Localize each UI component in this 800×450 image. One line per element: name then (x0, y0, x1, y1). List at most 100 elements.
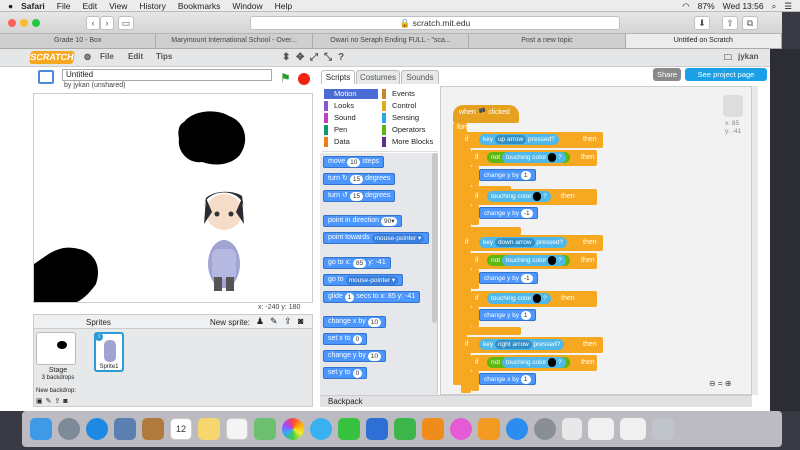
category-sound[interactable]: Sound (324, 113, 378, 123)
change-x-right[interactable]: change x by 1 (479, 373, 536, 385)
scratch-menu-edit[interactable]: Edit (128, 52, 143, 61)
scratch-menu-file[interactable]: File (100, 52, 114, 61)
scripts-area[interactable]: when 🏴 clicked forever if key up arrow p… (440, 86, 752, 395)
stop-icon[interactable] (298, 73, 310, 85)
block-point-direction[interactable]: point in direction 90▾ (323, 215, 403, 227)
messages-icon[interactable] (310, 418, 332, 440)
palette-scrollbar[interactable] (432, 153, 437, 323)
tab-sounds[interactable]: Sounds (401, 70, 439, 84)
menu-edit[interactable]: Edit (82, 1, 97, 11)
forward-button[interactable]: › (100, 16, 114, 30)
sprite-character[interactable] (204, 191, 244, 291)
tab-scripts[interactable]: Scripts (321, 70, 355, 84)
menu-help[interactable]: Help (275, 1, 292, 11)
notes-icon[interactable] (142, 418, 164, 440)
key-down-pressed[interactable]: key down arrow pressed? (479, 237, 568, 248)
change-y-down-1[interactable]: change y by -1 (479, 207, 538, 219)
change-y-up-1[interactable]: change y by 1 (479, 169, 536, 181)
category-more-blocks[interactable]: More Blocks (382, 137, 436, 147)
app-store-icon[interactable] (506, 418, 528, 440)
download-icon[interactable]: ⬇ (694, 16, 710, 30)
paint-sprite-icon[interactable]: ✎ (270, 316, 278, 327)
category-looks[interactable]: Looks (324, 101, 378, 111)
keynote-icon[interactable] (366, 418, 388, 440)
facetime-icon[interactable] (338, 418, 360, 440)
minimize-icon[interactable] (20, 19, 28, 27)
shrink-icon[interactable]: ⤡ (324, 52, 332, 63)
block-point-towards[interactable]: point towards mouse-pointer ▾ (323, 232, 430, 244)
zoom-controls[interactable]: ⊖ = ⊕ (709, 379, 732, 388)
touching-color-3[interactable]: touching color ? (501, 255, 566, 266)
backpack-bar[interactable]: Backpack (320, 395, 752, 407)
stage[interactable] (33, 93, 313, 303)
scripts-scrollbar[interactable] (752, 86, 758, 395)
green-flag-icon[interactable]: ⚑ (280, 71, 291, 85)
block-turn-right[interactable]: turn ↻ 15 degrees (323, 173, 396, 185)
scratch-logo[interactable]: SCRATCH (29, 51, 75, 64)
block-go-to[interactable]: go to mouse-pointer ▾ (323, 274, 404, 286)
block-change-y[interactable]: change y by 10 (323, 350, 386, 362)
category-data[interactable]: Data (324, 137, 378, 147)
info-icon[interactable]: i (95, 333, 103, 341)
pages-icon[interactable] (422, 418, 444, 440)
zoom-icon[interactable] (32, 19, 40, 27)
maps-icon[interactable] (254, 418, 276, 440)
duplicate-icon[interactable]: ⬍ (282, 52, 290, 63)
window-thumb-icon[interactable] (620, 418, 646, 440)
numbers-icon[interactable] (394, 418, 416, 440)
sidebar-icon[interactable]: ▭ (118, 16, 134, 30)
block-set-x[interactable]: set x to 0 (323, 333, 368, 345)
menu-view[interactable]: View (109, 1, 127, 11)
category-motion[interactable]: Motion (324, 89, 378, 99)
not-operator-1[interactable]: not touching color ? (487, 152, 570, 163)
tab-scratch[interactable]: Untitled on Scratch (625, 34, 783, 48)
scratch-username[interactable]: jykan (738, 52, 758, 61)
touching-color-4[interactable]: touching color ? (487, 293, 551, 304)
touching-color-5[interactable]: touching color ? (501, 357, 566, 368)
block-set-y[interactable]: set y to 0 (323, 367, 368, 379)
back-button[interactable]: ‹ (86, 16, 100, 30)
folder-icon[interactable]: 🗀 (724, 52, 732, 66)
tab-grade10[interactable]: Grade 10 - Box (0, 34, 157, 48)
finder-icon[interactable] (30, 418, 52, 440)
upload-sprite-icon[interactable]: ⇪ (284, 316, 292, 327)
category-sensing[interactable]: Sensing (382, 113, 436, 123)
block-glide[interactable]: glide 1 secs to x: 85 y: -41 (323, 291, 421, 303)
camera-icon[interactable]: ◙ (298, 316, 303, 326)
block-go-to-xy[interactable]: go to x: 85 y: -41 (323, 257, 391, 269)
category-pen[interactable]: Pen (324, 125, 378, 135)
help-icon[interactable]: ? (338, 52, 344, 63)
close-icon[interactable] (8, 19, 16, 27)
safari-icon[interactable] (86, 418, 108, 440)
change-y-down-2[interactable]: change y by -1 (479, 272, 538, 284)
system-preferences-icon[interactable] (534, 418, 556, 440)
window-thumb-icon[interactable] (588, 418, 614, 440)
launchpad-icon[interactable] (58, 418, 80, 440)
list-icon[interactable]: ☰ (784, 1, 792, 12)
scratch-menu-tips[interactable]: Tips (156, 52, 172, 61)
touching-color-2[interactable]: touching color ? (487, 191, 551, 202)
search-icon[interactable]: ⌕ (772, 1, 777, 12)
url-bar[interactable]: 🔒 scratch.mit.edu (250, 16, 620, 30)
when-flag-clicked-block[interactable]: when 🏴 clicked (453, 105, 519, 123)
fullscreen-icon[interactable] (38, 70, 54, 84)
choose-sprite-icon[interactable]: ♟ (256, 316, 264, 327)
key-up-pressed[interactable]: key up arrow pressed? (479, 134, 559, 145)
share-icon[interactable]: ⇧ (722, 16, 738, 30)
stickies-icon[interactable] (198, 418, 220, 440)
preview-icon[interactable] (114, 418, 136, 440)
tab-costumes[interactable]: Costumes (356, 70, 400, 84)
grow-icon[interactable]: ⤢ (310, 52, 318, 63)
apple-icon[interactable]: ● (8, 1, 13, 11)
see-project-page-button[interactable]: See project page (685, 68, 767, 81)
tab-owari[interactable]: Owari no Seraph Ending FULL - "sca... (313, 34, 470, 48)
globe-icon[interactable]: ◍ (84, 52, 91, 61)
reminders-icon[interactable] (226, 418, 248, 440)
not-operator-3[interactable]: not touching color ? (487, 357, 570, 368)
tab-marymount[interactable]: Marymount International School - Over... (156, 34, 313, 48)
change-y-up-2[interactable]: change y by 1 (479, 309, 536, 321)
category-events[interactable]: Events (382, 89, 436, 99)
block-turn-left[interactable]: turn ↺ 15 degrees (323, 190, 396, 202)
category-operators[interactable]: Operators (382, 125, 436, 135)
not-operator-2[interactable]: not touching color ? (487, 255, 570, 266)
